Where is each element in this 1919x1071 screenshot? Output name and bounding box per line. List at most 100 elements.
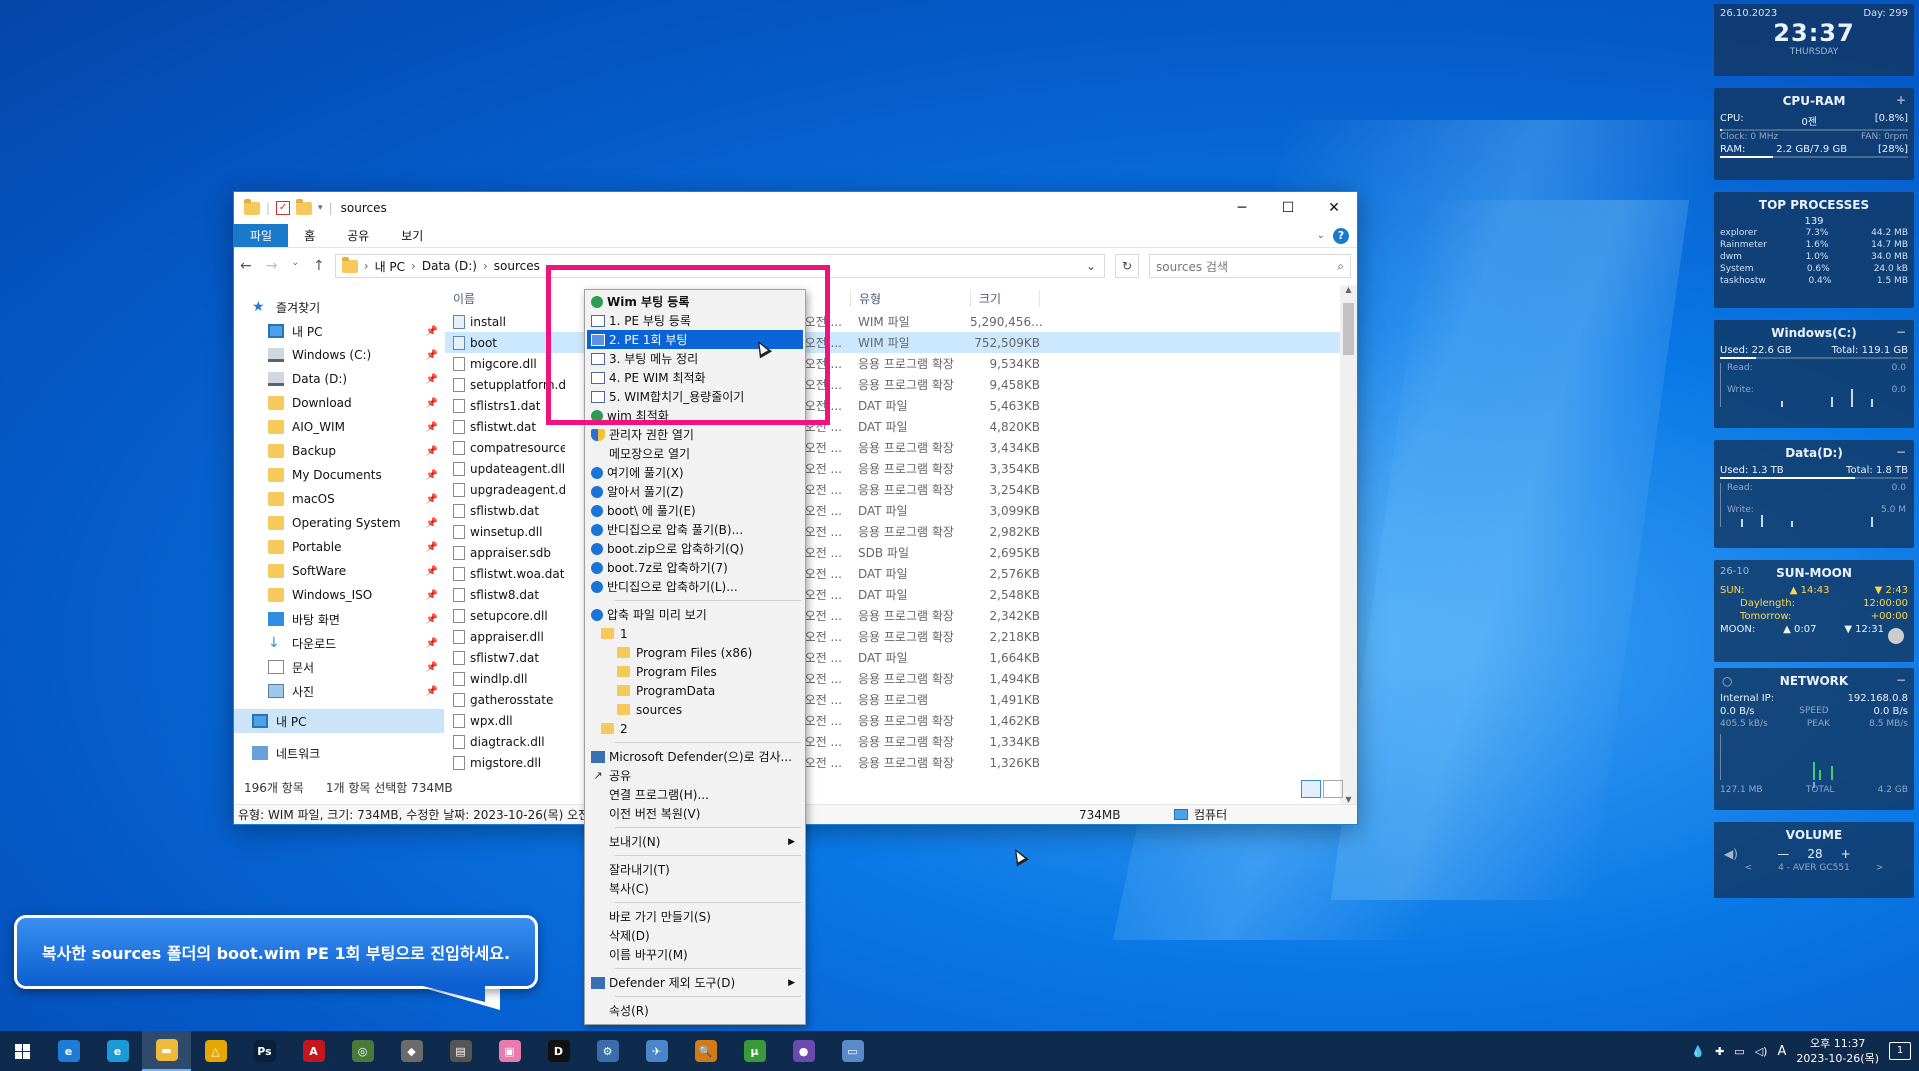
nav-network[interactable]: 네트워크	[234, 741, 444, 765]
nav-item[interactable]: Operating System 📌	[234, 511, 444, 535]
pin-icon[interactable]: 📌	[426, 446, 438, 457]
taskbar-file-explorer-button[interactable]: ▬	[142, 1031, 191, 1071]
menu-item[interactable]: 이전 버전 복원(V)	[587, 804, 803, 823]
column-size[interactable]: 크기	[970, 289, 1040, 307]
nav-item[interactable]: 내 PC 📌	[234, 319, 444, 343]
menu-item[interactable]: 여기에 풀기(X)	[587, 463, 803, 482]
volume-down-button[interactable]: —	[1777, 847, 1789, 861]
refresh-icon[interactable]: ↻	[1115, 254, 1139, 278]
file-row[interactable]: setupcore.dll 오전 ... 응용 프로그램 확장 2,342KB	[445, 605, 1357, 626]
menu-item[interactable]: Defender 제외 도구(D) ▶	[587, 973, 803, 992]
menu-item[interactable]: 바로 가기 만들기(S)	[587, 907, 803, 926]
menu-item[interactable]: 반디집으로 압축하기(L)...	[587, 577, 803, 596]
menu-item[interactable]: 삭제(D)	[587, 926, 803, 945]
network-settings-icon[interactable]: ○	[1722, 674, 1732, 688]
file-row[interactable]: windlp.dll 오전 ... 응용 프로그램 확장 1,494KB	[445, 668, 1357, 689]
file-row[interactable]: compatresources.dll오전 ...응용 프로그램 확장3,434…	[445, 437, 1357, 458]
menu-item[interactable]: 복사(C)	[587, 879, 803, 898]
taskbar-tool-torrent-button[interactable]: µ	[730, 1031, 779, 1071]
menu-item[interactable]: 속성(R)	[587, 1001, 803, 1020]
file-row[interactable]: sflistwt.woa.dat 오전 ... DAT 파일 2,576KB	[445, 563, 1357, 584]
details-view-button[interactable]	[1301, 780, 1321, 798]
taskbar-internet-explorer-button[interactable]: e	[44, 1031, 93, 1071]
pin-icon[interactable]: 📌	[426, 350, 438, 361]
menu-item[interactable]: 알아서 풀기(Z)	[587, 482, 803, 501]
breadcrumb-this-pc[interactable]: 내 PC	[375, 258, 405, 275]
menu-item[interactable]: Program Files	[587, 662, 803, 681]
notification-center-icon[interactable]: 1	[1889, 1042, 1911, 1060]
menu-item[interactable]: ProgramData	[587, 681, 803, 700]
forward-arrow-icon[interactable]: →	[266, 258, 278, 274]
nav-item[interactable]: My Documents 📌	[234, 463, 444, 487]
taskbar-acrobat-button[interactable]: A	[289, 1031, 338, 1071]
taskbar-tool-diamond-button[interactable]: ◆	[387, 1031, 436, 1071]
scroll-up-icon[interactable]: ▲	[1340, 285, 1357, 294]
menu-item[interactable]: Microsoft Defender(으)로 검사...	[587, 747, 803, 766]
menu-item[interactable]: 메모장으로 열기	[587, 444, 803, 463]
scrollbar-thumb[interactable]	[1343, 303, 1354, 355]
nav-quick-access[interactable]: ★ 즐겨찾기	[234, 295, 444, 319]
volume-up-button[interactable]: +	[1841, 847, 1851, 861]
up-arrow-icon[interactable]: ↑	[313, 258, 325, 274]
file-row[interactable]: appraiser.sdb 오전 ... SDB 파일 2,695KB	[445, 542, 1357, 563]
taskbar-edge-button[interactable]: e	[93, 1031, 142, 1071]
pin-icon[interactable]: 📌	[426, 638, 438, 649]
pin-icon[interactable]: 📌	[426, 566, 438, 577]
file-row[interactable]: migstore.dll 오전 ... 응용 프로그램 확장 1,326KB	[445, 752, 1357, 773]
nav-item[interactable]: AIO_WIM 📌	[234, 415, 444, 439]
start-button[interactable]	[0, 1031, 44, 1071]
back-arrow-icon[interactable]: ←	[240, 258, 252, 274]
taskbar-clock[interactable]: 오후 11:37 2023-10-26(목)	[1796, 1036, 1879, 1066]
new-folder-icon[interactable]	[296, 198, 313, 215]
ime-indicator[interactable]: A	[1777, 1044, 1786, 1059]
prev-device-icon[interactable]: <	[1745, 863, 1753, 873]
menu-item[interactable]: 관리자 권한 열기	[587, 425, 803, 444]
water-drop-icon[interactable]: 💧	[1691, 1045, 1705, 1058]
menu-item[interactable]: 연결 프로그램(H)...	[587, 785, 803, 804]
tab-share[interactable]: 공유	[331, 224, 385, 247]
column-type[interactable]: 유형	[850, 289, 970, 307]
breadcrumb-data-drive[interactable]: Data (D:)	[422, 259, 477, 273]
volume-icon[interactable]: ◁)	[1755, 1045, 1768, 1058]
pin-icon[interactable]: 📌	[426, 494, 438, 505]
minus-icon[interactable]: −	[1896, 325, 1906, 339]
pin-icon[interactable]: 📌	[426, 326, 438, 337]
minus-icon[interactable]: −	[1896, 445, 1906, 459]
pin-icon[interactable]: 📌	[426, 398, 438, 409]
help-icon[interactable]: ?	[1333, 227, 1349, 244]
menu-item[interactable]: boot.7z로 압축하기(7)	[587, 558, 803, 577]
pin-icon[interactable]: 📌	[426, 518, 438, 529]
nav-item[interactable]: Windows_ISO 📌	[234, 583, 444, 607]
pin-icon[interactable]: 📌	[426, 422, 438, 433]
menu-item[interactable]: 잘라내기(T)	[587, 860, 803, 879]
nav-item[interactable]: 문서 📌	[234, 655, 444, 679]
file-row[interactable]: sflistwb.dat 오전 ... DAT 파일 3,099KB	[445, 500, 1357, 521]
file-row[interactable]: wpx.dll 오전 ... 응용 프로그램 확장 1,462KB	[445, 710, 1357, 731]
nav-item[interactable]: Windows (C:) 📌	[234, 343, 444, 367]
speaker-icon[interactable]: ◀)	[1724, 847, 1738, 861]
tab-file[interactable]: 파일	[234, 224, 289, 247]
menu-item[interactable]: Program Files (x86)	[587, 643, 803, 662]
pin-icon[interactable]: 📌	[426, 542, 438, 553]
menu-item[interactable]: ↗ 공유	[587, 766, 803, 785]
file-row[interactable]: sflistw8.dat 오전 ... DAT 파일 2,548KB	[445, 584, 1357, 605]
menu-item[interactable]: sources	[587, 700, 803, 719]
next-device-icon[interactable]: >	[1876, 863, 1884, 873]
tab-view[interactable]: 보기	[385, 224, 439, 247]
network-icon[interactable]: ▭	[1734, 1045, 1744, 1058]
file-row[interactable]: sflistw7.dat 오전 ... DAT 파일 1,664KB	[445, 647, 1357, 668]
nav-item[interactable]: Portable 📌	[234, 535, 444, 559]
expand-ribbon-icon[interactable]: ⌄	[1317, 230, 1325, 241]
file-row[interactable]: winsetup.dll 오전 ... 응용 프로그램 확장 2,982KB	[445, 521, 1357, 542]
minimize-button[interactable]: ─	[1219, 192, 1265, 224]
file-row[interactable]: updateagent.dll 오전 ... 응용 프로그램 확장 3,354KB	[445, 458, 1357, 479]
taskbar-app-yellow-triangle-button[interactable]: △	[191, 1031, 240, 1071]
large-icons-view-button[interactable]	[1323, 780, 1343, 798]
nav-item[interactable]: SoftWare 📌	[234, 559, 444, 583]
nav-item[interactable]: ↓ 다운로드 📌	[234, 631, 444, 655]
nav-item[interactable]: Data (D:) 📌	[234, 367, 444, 391]
menu-item[interactable]: 반디집으로 압축 풀기(B)...	[587, 520, 803, 539]
maximize-button[interactable]: ☐	[1265, 192, 1311, 224]
taskbar-tool-bird-button[interactable]: ✈	[632, 1031, 681, 1071]
menu-item[interactable]: boot.zip으로 압축하기(Q)	[587, 539, 803, 558]
